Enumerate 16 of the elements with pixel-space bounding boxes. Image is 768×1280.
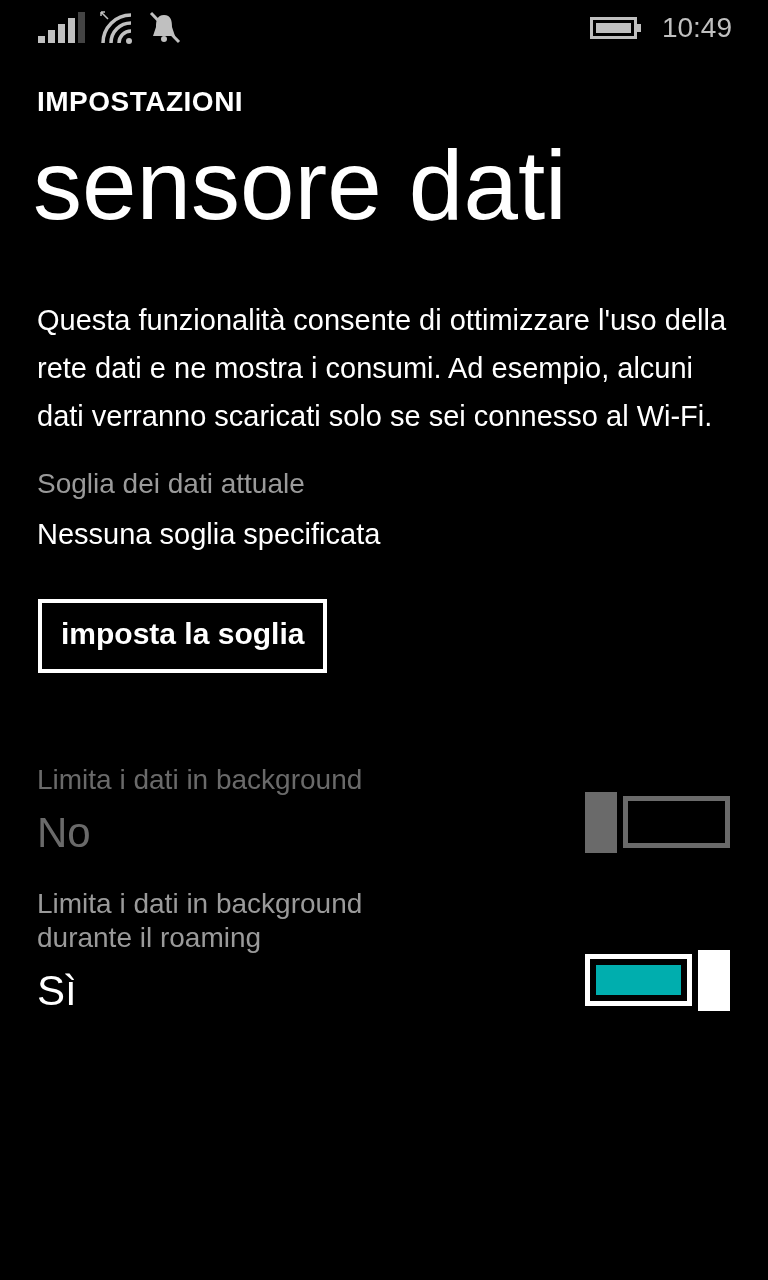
description-text: Questa funzionalità consente di ottimizzare l'uso della rete dati e ne mostra i consumi. Ad esempio, alcuni dati verranno scaricati solo se sei connesso al Wi-Fi. bbox=[37, 303, 728, 434]
signal-icon bbox=[38, 12, 86, 44]
toggle-value: No bbox=[37, 809, 92, 857]
threshold-label: Soglia dei dati attuale bbox=[37, 468, 306, 500]
set-threshold-button[interactable]: imposta la soglia bbox=[38, 599, 328, 673]
clock-time: 10:49 bbox=[661, 12, 732, 44]
section-title: IMPOSTAZIONI bbox=[37, 86, 245, 118]
toggle-label: Limita i dati in background bbox=[37, 763, 364, 797]
toggle-label: Limita i dati in background durante il roaming bbox=[37, 887, 364, 955]
toggle-switch[interactable] bbox=[585, 949, 730, 1011]
page-title: sensore dati bbox=[33, 130, 568, 240]
bell-off-icon bbox=[148, 11, 182, 45]
wifi-icon bbox=[100, 11, 134, 45]
toggle-value: Sì bbox=[37, 967, 78, 1015]
threshold-value: Nessuna soglia specificata bbox=[37, 518, 382, 551]
battery-icon bbox=[589, 16, 642, 40]
